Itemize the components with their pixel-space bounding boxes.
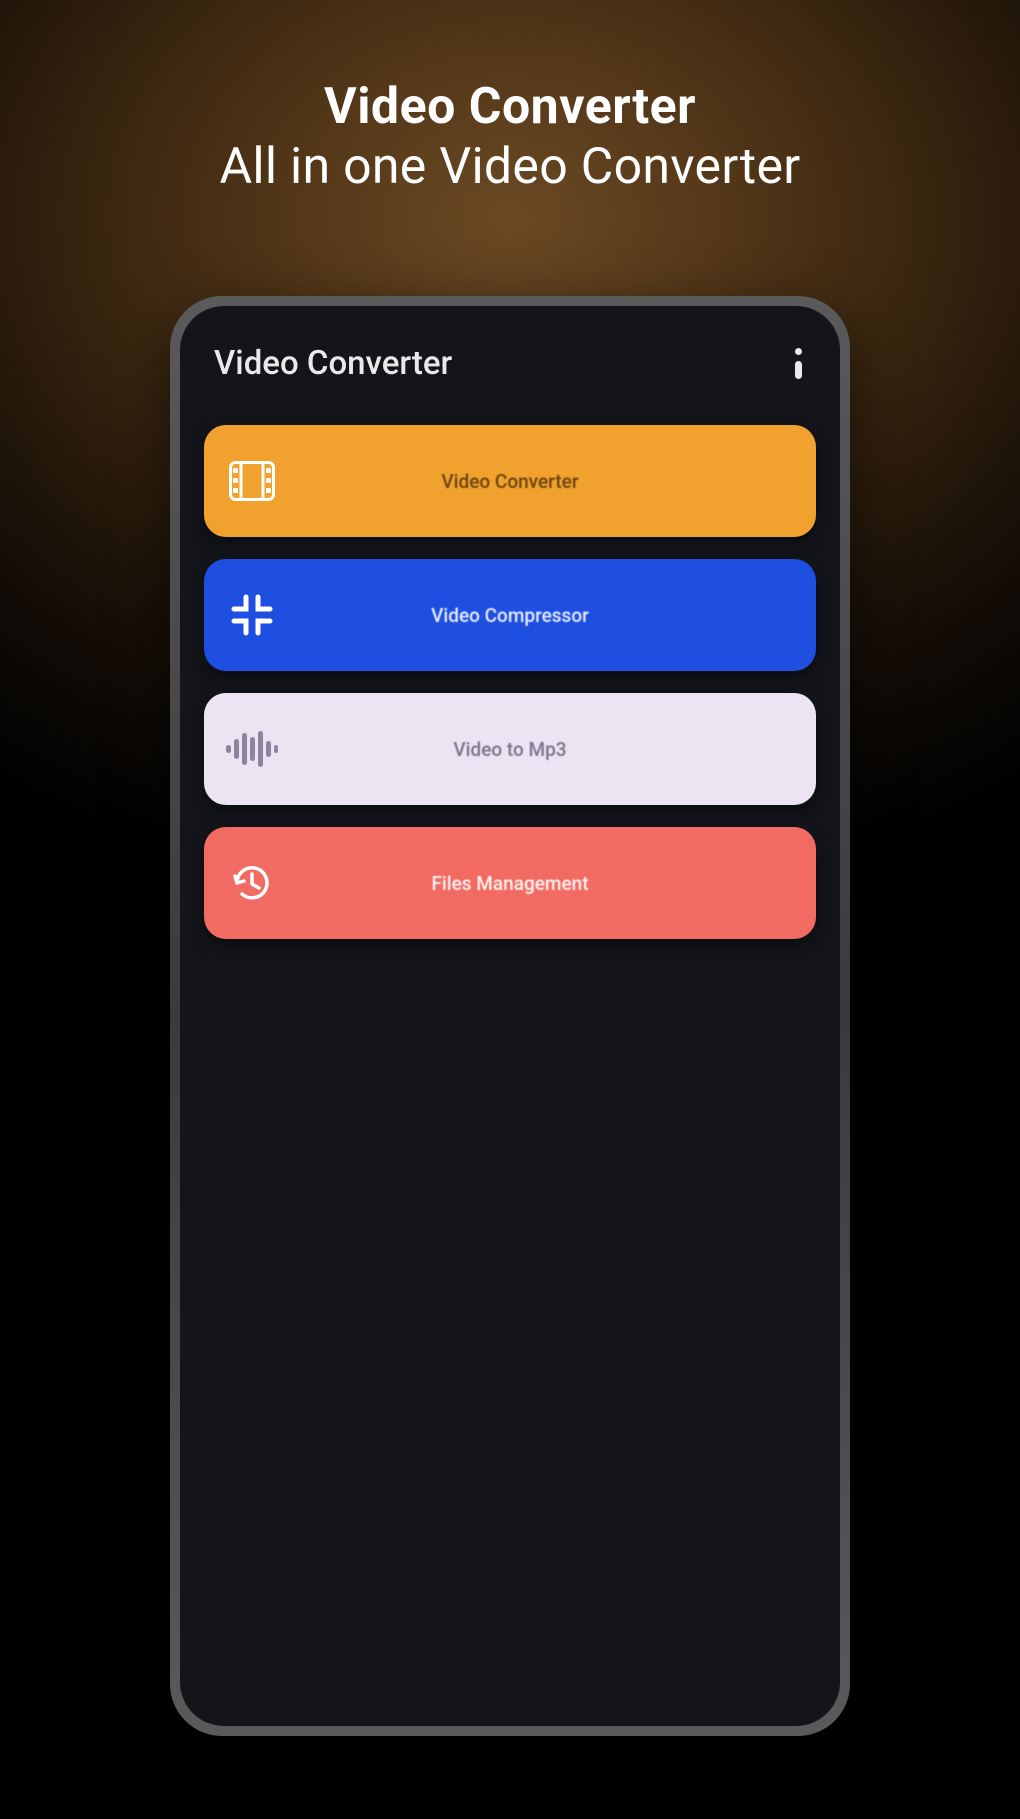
menu-item-files-management[interactable]: Files Management [204,827,816,939]
menu-item-label: Video Compressor [204,604,816,627]
menu-item-video-to-mp3[interactable]: Video to Mp3 [204,693,816,805]
menu-item-label: Files Management [204,872,816,895]
app-title: Video Converter [214,344,452,383]
phone-frame: Video Converter [170,296,850,1736]
menu-item-video-compressor[interactable]: Video Compressor [204,559,816,671]
menu-list: Video Converter Video Compressor [180,413,840,939]
info-icon[interactable] [796,346,806,382]
promo-subtitle: All in one Video Converter [0,138,1020,196]
app-header: Video Converter [180,306,840,413]
menu-item-video-converter[interactable]: Video Converter [204,425,816,537]
promo-heading: Video Converter All in one Video Convert… [0,0,1020,196]
menu-item-label: Video to Mp3 [204,738,816,761]
promo-title: Video Converter [0,78,1020,136]
phone-screen: Video Converter [180,306,840,1726]
menu-item-label: Video Converter [204,470,816,493]
